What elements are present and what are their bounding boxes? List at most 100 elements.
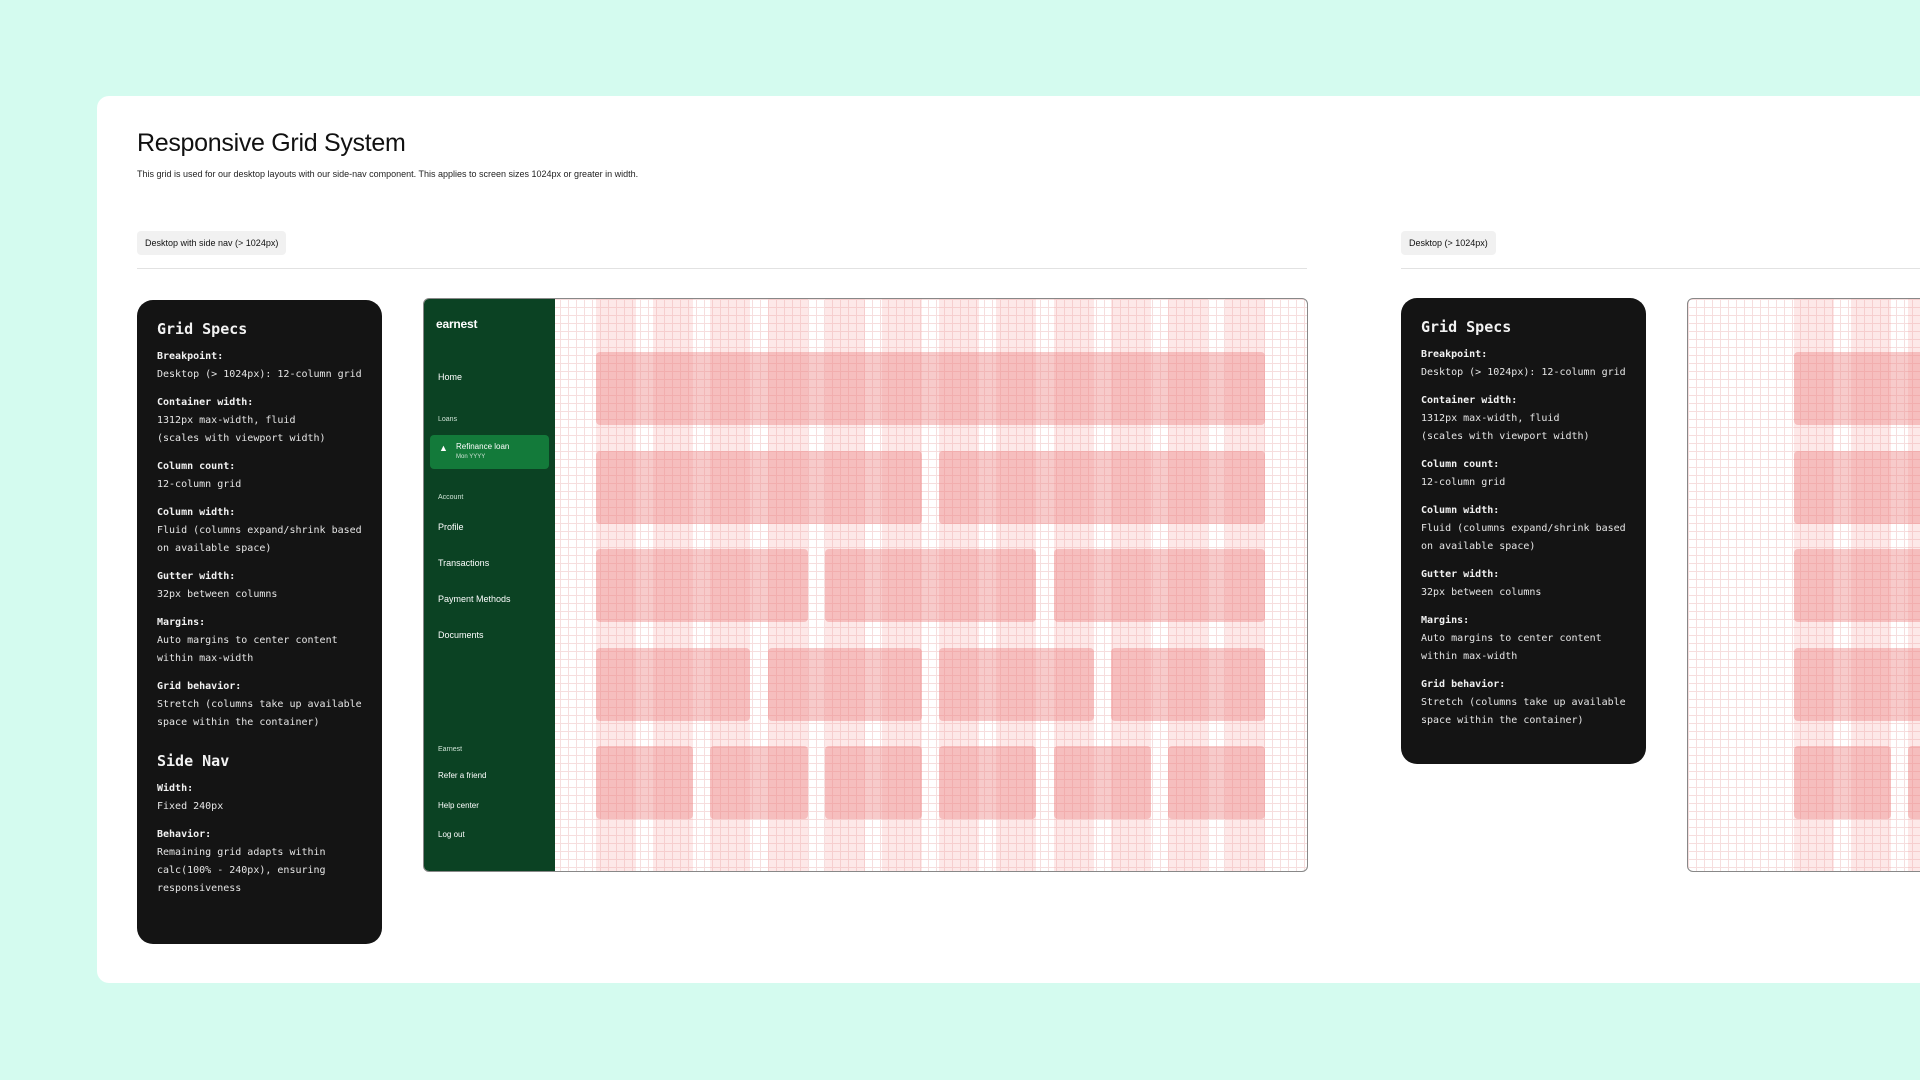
variant-tag-side-nav: Desktop with side nav (> 1024px) (137, 231, 287, 255)
grid-block (1053, 549, 1266, 622)
spec-value: Auto margins to center content within ma… (1421, 633, 1602, 662)
side-nav-heading: Side Nav (157, 752, 230, 770)
spec-item: Grid behavior: Stretch (columns take up … (1421, 676, 1626, 730)
spec-label: Width: (157, 783, 194, 794)
grid-block (1794, 450, 1920, 524)
side-nav: earnest Home Loans ▲ Refinance loan Mon … (424, 299, 555, 871)
variant-tag-desktop: Desktop (> 1024px) (1401, 231, 1496, 255)
nav-item-profile[interactable]: Profile (438, 522, 464, 532)
grid-block (710, 746, 808, 819)
grid-specs-card: Grid Specs Breakpoint: Desktop (> 1024px… (137, 300, 382, 944)
spec-item: Width: Fixed 240px (157, 780, 362, 816)
spec-label: Container width: (157, 397, 254, 408)
earnest-logo: earnest (436, 317, 478, 331)
grid-columns-area (555, 299, 1307, 871)
spec-value: Fluid (columns expand/shrink based on av… (157, 525, 362, 554)
spec-item: Margins: Auto margins to center content … (1421, 612, 1626, 666)
spec-item: Column count: 12-column grid (1421, 456, 1626, 492)
spec-item: Container width: 1312px max-width, fluid… (1421, 392, 1626, 446)
grid-specs-heading: Grid Specs (1421, 318, 1512, 336)
grid-block (939, 746, 1037, 819)
page-title: Responsive Grid System (137, 129, 406, 157)
grid-block (596, 746, 694, 819)
spec-value: 1312px max-width, fluid (scales with vie… (157, 415, 326, 444)
spec-value: Stretch (columns take up available space… (1421, 697, 1626, 726)
spec-label: Breakpoint: (157, 351, 224, 362)
nav-section-account: Account (438, 494, 464, 501)
grid-block (596, 647, 751, 721)
spec-value: 32px between columns (1421, 587, 1542, 598)
spec-item: Breakpoint: Desktop (> 1024px): 12-colum… (157, 348, 362, 384)
spec-label: Margins: (157, 617, 206, 628)
spec-label: Gutter width: (1421, 569, 1500, 580)
grid-block (1794, 746, 1892, 819)
spec-item: Gutter width: 32px between columns (1421, 566, 1626, 602)
spec-item: Column width: Fluid (columns expand/shri… (1421, 502, 1626, 556)
spec-value: 12-column grid (157, 479, 242, 490)
grid-block (939, 647, 1094, 721)
spec-label: Breakpoint: (1421, 349, 1488, 360)
grid-specs-card-2: Grid Specs Breakpoint: Desktop (> 1024px… (1401, 298, 1646, 764)
nav-item-sublabel: Mon YYYY (456, 454, 486, 460)
spec-label: Gutter width: (157, 571, 236, 582)
grid-columns-area (1688, 299, 1920, 871)
nav-item-documents[interactable]: Documents (438, 630, 484, 640)
spec-label: Grid behavior: (1421, 679, 1506, 690)
grid-block (1908, 746, 1920, 819)
spec-label: Column width: (1421, 505, 1500, 516)
grid-block (1794, 549, 1920, 622)
nav-item-refer[interactable]: Refer a friend (438, 771, 486, 780)
spec-label: Behavior: (157, 829, 212, 840)
spec-item: Breakpoint: Desktop (> 1024px): 12-colum… (1421, 346, 1626, 382)
grid-block (939, 450, 1266, 524)
grid-block (596, 450, 922, 524)
spec-value: 32px between columns (157, 589, 278, 600)
spec-value: Stretch (columns take up available space… (157, 699, 362, 728)
grid-block (1794, 647, 1920, 721)
spec-value: Auto margins to center content within ma… (157, 635, 338, 664)
nav-section-loans: Loans (438, 416, 458, 423)
nav-item-home[interactable]: Home (438, 372, 462, 382)
spec-value: Desktop (> 1024px): 12-column grid (157, 369, 362, 380)
grid-block (767, 647, 922, 721)
spec-label: Margins: (1421, 615, 1470, 626)
nav-section-earnest: Earnest (438, 746, 463, 753)
grid-specs-heading: Grid Specs (157, 320, 248, 338)
spec-value: Desktop (> 1024px): 12-column grid (1421, 367, 1626, 378)
nav-item-transactions[interactable]: Transactions (438, 558, 489, 568)
nav-item-help[interactable]: Help center (438, 801, 479, 810)
spec-value: Fluid (columns expand/shrink based on av… (1421, 523, 1626, 552)
grid-block (596, 549, 808, 622)
spec-item: Behavior: Remaining grid adapts within c… (157, 826, 362, 898)
grid-block (824, 746, 922, 819)
spec-value: Fixed 240px (157, 801, 224, 812)
spec-label: Column count: (1421, 459, 1500, 470)
spec-item: Column count: 12-column grid (157, 458, 362, 494)
grid-block (1053, 746, 1151, 819)
spec-item: Container width: 1312px max-width, fluid… (157, 394, 362, 448)
nav-item-payment-methods[interactable]: Payment Methods (438, 594, 511, 604)
spec-label: Column count: (157, 461, 236, 472)
grid-block (1168, 746, 1266, 819)
grid-block (596, 352, 1266, 425)
spec-item: Margins: Auto margins to center content … (157, 614, 362, 668)
spec-label: Container width: (1421, 395, 1518, 406)
grid-preview-side-nav: earnest Home Loans ▲ Refinance loan Mon … (423, 298, 1308, 872)
divider (137, 268, 1307, 269)
graduation-cap-icon: ▲ (439, 443, 448, 453)
grid-block (1110, 647, 1266, 721)
spec-value: 1312px max-width, fluid (scales with vie… (1421, 413, 1590, 442)
spec-label: Grid behavior: (157, 681, 242, 692)
spec-item: Grid behavior: Stretch (columns take up … (157, 678, 362, 732)
grid-block (1794, 352, 1920, 425)
nav-item-refinance-loan[interactable]: ▲ Refinance loan Mon YYYY (430, 435, 549, 469)
grid-preview-desktop (1687, 298, 1920, 872)
spec-item: Column width: Fluid (columns expand/shri… (157, 504, 362, 558)
spec-value: Remaining grid adapts within calc(100% -… (157, 847, 326, 894)
grid-block (824, 549, 1037, 622)
spec-value: 12-column grid (1421, 477, 1506, 488)
spec-label: Column width: (157, 507, 236, 518)
divider (1401, 268, 1920, 269)
nav-item-logout[interactable]: Log out (438, 830, 465, 839)
spec-item: Gutter width: 32px between columns (157, 568, 362, 604)
